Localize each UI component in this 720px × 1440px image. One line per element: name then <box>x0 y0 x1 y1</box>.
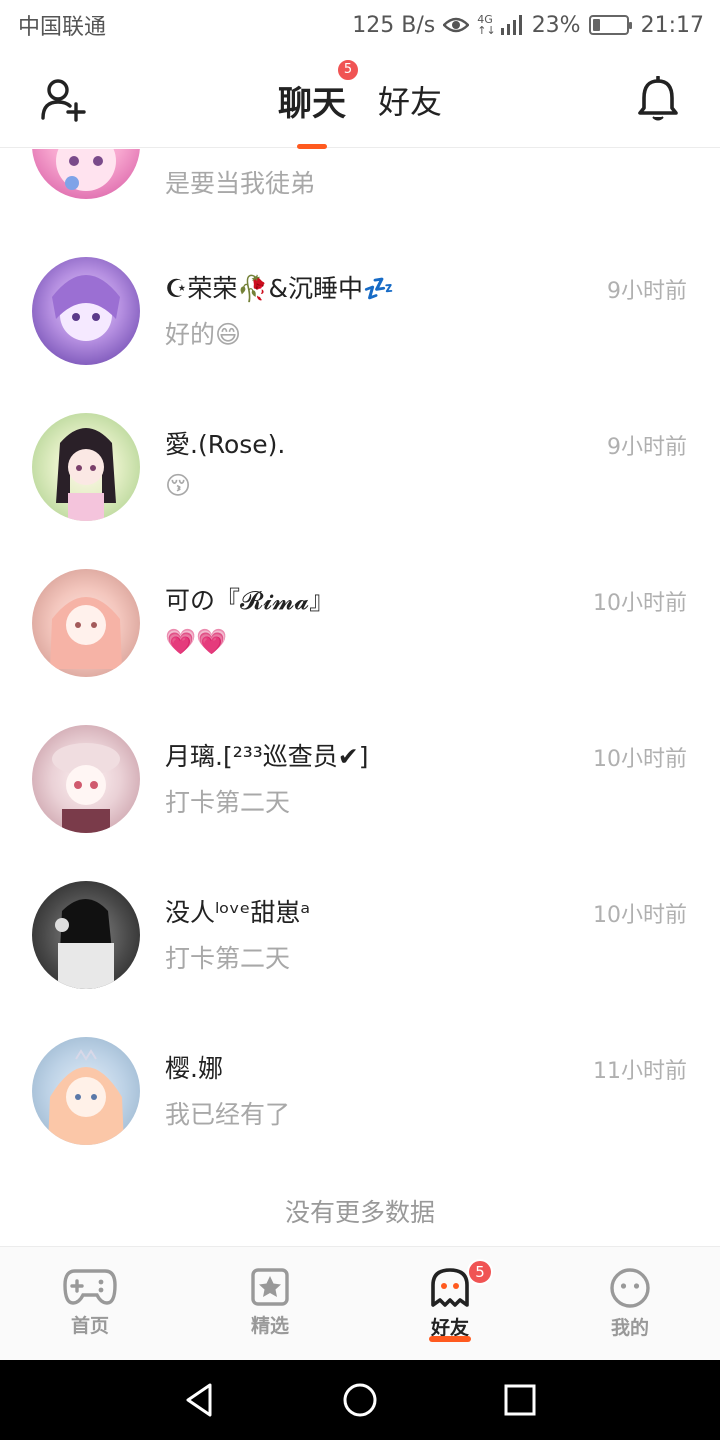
chat-time: 10小时前 <box>593 591 687 616</box>
avatar-illustration <box>50 597 122 669</box>
chat-name: 樱.娜 <box>165 1054 223 1083</box>
system-nav-bar <box>0 1360 720 1440</box>
nav-active-indicator <box>429 1336 471 1342</box>
chat-row[interactable]: 可の『𝓡𝓲𝓶𝓪』 💗💗 10小时前 <box>0 545 720 701</box>
avatar <box>32 257 140 365</box>
network-speed: 125 B/s <box>352 12 436 38</box>
chat-row[interactable]: 没人ˡᵒᵛᵉ甜崽ᵃ 打卡第二天 10小时前 <box>0 857 720 1013</box>
chat-message: 是要当我徒弟 <box>165 169 316 198</box>
avatar-illustration <box>52 743 120 833</box>
chat-name: 没人ˡᵒᵛᵉ甜崽ᵃ <box>165 898 311 927</box>
avatar-illustration <box>55 899 114 989</box>
bottom-nav: 首页 精选 5 好友 我的 <box>0 1246 720 1360</box>
chat-message: 💗💗 <box>165 627 228 656</box>
chat-name: 愛.(Rose). <box>165 430 286 459</box>
nav-home-label: 首页 <box>70 1315 109 1337</box>
eye-icon <box>443 17 470 33</box>
screen: 中国联通 125 B/s 4G ↑↓ 23% 21:17 聊天 5 好友 是要当… <box>0 0 720 1440</box>
no-more-data-text: 没有更多数据 <box>284 1198 435 1227</box>
clock: 21:17 <box>640 12 704 38</box>
smiley-icon <box>610 1268 650 1308</box>
avatar <box>32 1037 140 1145</box>
chat-time: 10小时前 <box>593 903 687 928</box>
app-header: 聊天 5 好友 <box>0 50 720 149</box>
nav-mine[interactable]: 我的 <box>540 1247 720 1360</box>
chat-row[interactable]: 愛.(Rose). 😚 9小时前 <box>0 389 720 545</box>
avatar-illustration <box>52 275 120 341</box>
tab-friends[interactable]: 好友 <box>378 75 442 123</box>
chat-message: 打卡第二天 <box>165 788 291 817</box>
chat-row[interactable]: 是要当我徒弟 <box>0 149 720 223</box>
nav-friends[interactable]: 5 好友 <box>360 1247 540 1360</box>
home-icon[interactable] <box>340 1380 380 1420</box>
active-tab-indicator <box>296 143 327 149</box>
battery-percent: 23% <box>531 12 581 38</box>
star-bookmark-icon <box>251 1268 289 1306</box>
battery-icon <box>588 15 632 35</box>
status-bar: 中国联通 125 B/s 4G ↑↓ 23% 21:17 <box>0 0 720 50</box>
network-type: 4G ↑↓ <box>477 13 496 37</box>
avatar <box>32 149 140 199</box>
carrier-name: 中国联通 <box>18 15 107 40</box>
chat-time: 10小时前 <box>593 747 687 772</box>
header-tabs: 聊天 5 好友 <box>0 50 720 149</box>
avatar-illustration <box>48 1049 124 1145</box>
chat-message: 😚 <box>165 471 192 500</box>
chat-unread-badge: 5 <box>335 57 360 82</box>
avatar-illustration <box>56 149 116 191</box>
avatar-illustration <box>56 428 116 521</box>
nav-home[interactable]: 首页 <box>0 1247 180 1360</box>
recents-icon[interactable] <box>500 1380 540 1420</box>
chat-message: 打卡第二天 <box>165 944 291 973</box>
chat-time: 11小时前 <box>593 1059 687 1084</box>
friends-unread-badge: 5 <box>467 1259 493 1285</box>
chat-time: 9小时前 <box>607 435 687 460</box>
status-right: 125 B/s 4G ↑↓ 23% 21:17 <box>352 13 704 38</box>
avatar <box>32 725 140 833</box>
tab-chat-label: 聊天 <box>277 83 346 124</box>
chat-row[interactable]: ☪荣荣🥀&沉睡中💤 好的😄 9小时前 <box>0 233 720 389</box>
chat-name: 可の『𝓡𝓲𝓶𝓪』 <box>165 586 335 615</box>
gamepad-icon <box>63 1269 117 1305</box>
chat-message: 我已经有了 <box>165 1100 291 1129</box>
chat-name: 月璃.[²³³巡查员✔] <box>165 742 369 771</box>
chat-row[interactable]: 樱.娜 我已经有了 11小时前 <box>0 1013 720 1169</box>
back-icon[interactable] <box>180 1380 220 1420</box>
chat-row[interactable]: 月璃.[²³³巡查员✔] 打卡第二天 10小时前 <box>0 701 720 857</box>
ghost-icon <box>431 1268 469 1307</box>
nav-featured[interactable]: 精选 <box>180 1247 360 1360</box>
bell-icon[interactable] <box>636 76 680 122</box>
avatar <box>32 569 140 677</box>
battery-fill <box>592 19 600 31</box>
chat-time: 9小时前 <box>607 279 687 304</box>
tab-chat[interactable]: 聊天 5 <box>277 57 360 149</box>
nav-mine-label: 我的 <box>610 1317 649 1339</box>
tab-friends-label: 好友 <box>377 83 442 121</box>
signal-icon <box>500 15 522 35</box>
avatar <box>32 413 140 521</box>
chat-message: 好的😄 <box>165 320 242 349</box>
chat-name: ☪荣荣🥀&沉睡中💤 <box>165 274 395 303</box>
avatar <box>32 881 140 989</box>
nav-featured-label: 精选 <box>250 1315 289 1337</box>
chat-list[interactable]: 是要当我徒弟 ☪荣荣🥀&沉睡中💤 好的😄 9小时前 愛.(Rose). 😚 9小… <box>0 149 720 1246</box>
